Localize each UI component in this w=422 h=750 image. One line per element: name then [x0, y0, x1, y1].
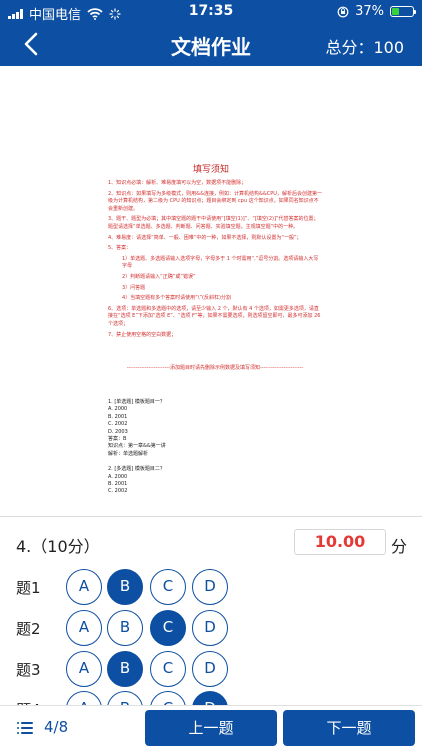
answer-rule-item: 3）问答题 — [122, 284, 146, 291]
option-c[interactable]: C — [150, 610, 186, 646]
battery-level-fill — [392, 8, 399, 15]
option-a[interactable]: A — [66, 691, 102, 705]
nav-bar: 文档作业 总分：100 — [0, 22, 422, 66]
prev-question-button[interactable]: 上一题 — [145, 710, 277, 746]
rule-item: 1、知识点必填：解析、难易度填可以为空，数据项不能删除； — [108, 180, 247, 186]
battery-icon — [390, 6, 416, 17]
document-preview[interactable]: 填写须知 1、知识点必填：解析、难易度填可以为空，数据项不能删除； 2、知识点：… — [0, 66, 422, 516]
option-b[interactable]: B — [107, 569, 143, 605]
answer-rule-item: 2）判断题请输入“正确”或“错误” — [122, 273, 196, 280]
answer-rule-item: 1）单选题、多选题请输入选项字母，字母多于 1 个时需用“,”逗号分割。选项请输… — [122, 255, 319, 270]
document-title: 填写须知 — [192, 165, 229, 175]
option-d[interactable]: D — [192, 569, 228, 605]
score-input[interactable]: 10.00 — [294, 529, 386, 555]
rule-item: 6、选项：单选题和多选题中的选项，请至少输入 2 个，默认有 4 个选项，如需更… — [108, 305, 321, 327]
next-question-button[interactable]: 下一题 — [283, 710, 415, 746]
answer-panel: 4.（10分） 10.00 分 题1 A B C D 题2 A B C D 题3… — [0, 517, 422, 705]
document-divider: ------------------------添加题目时请先删除示例数据及填写… — [126, 365, 304, 371]
option-b[interactable]: B — [107, 610, 143, 646]
question-option: C. 2002 — [108, 421, 128, 428]
question-option: C. 2002 — [108, 488, 128, 495]
answer-rule-item: 4）当填空题有多个答案时请使用“\”(反斜杠)分割 — [122, 295, 231, 302]
list-icon[interactable] — [17, 722, 33, 734]
answer-row: 题1 A B C D — [0, 569, 422, 605]
battery-percent: 37% — [355, 4, 384, 19]
rule-item: 7、禁止使用空格的空白数据； — [108, 331, 177, 338]
option-b[interactable]: B — [107, 691, 143, 705]
rule-item: 3、题干、题型为必填；其中填空题的题干中请使用“[填空(1)]”、“[填空(2)… — [108, 216, 319, 230]
option-c[interactable]: C — [150, 569, 186, 605]
answer-row: 题2 A B C D — [0, 610, 422, 646]
bottom-bar: 4/8 上一题 下一题 — [0, 705, 422, 750]
question-knowledge: 知识点：第一章&&第一讲 — [108, 443, 166, 450]
page-count[interactable]: 4/8 — [44, 718, 68, 736]
question-option: A. 2000 — [108, 473, 128, 480]
row-label: 题2 — [16, 620, 41, 638]
option-b[interactable]: B — [107, 651, 143, 687]
total-score: 总分：100 — [325, 38, 404, 57]
question-title: 1. [单选题] 模板题目一？ — [108, 399, 165, 405]
sample-questions: 1. [单选题] 模板题目一？ A. 2000 B. 2001 C. 2002 … — [108, 399, 322, 496]
row-label: 题3 — [16, 661, 41, 679]
question-title: 2. [多选题] 模板题目二？ — [108, 466, 165, 473]
top-bar: 中国电信 17:35 37% 文档作业 总分：100 — [0, 0, 422, 66]
answer-row: 题4 A B C D — [0, 691, 422, 705]
instructions: 1、知识点必填：解析、难易度填可以为空，数据项不能删除； 2、知识点：如果填写为… — [108, 180, 322, 342]
option-c[interactable]: C — [150, 691, 186, 705]
status-right: 37% — [337, 4, 416, 19]
status-bar: 中国电信 17:35 37% — [0, 0, 422, 23]
rule-item: 5、答案： — [108, 245, 132, 252]
score-unit: 分 — [391, 537, 408, 556]
answer-row: 题3 A B C D — [0, 651, 422, 687]
option-d[interactable]: D — [192, 691, 228, 705]
rotation-lock-icon — [337, 6, 349, 17]
option-a[interactable]: A — [66, 569, 102, 605]
question-option: B. 2001 — [108, 413, 128, 420]
rule-item: 2、知识点：如果填写为多级模式，则用&&连接，例如：计算机结构&&CPU，解析后… — [108, 190, 322, 212]
option-d[interactable]: D — [192, 651, 228, 687]
option-c[interactable]: C — [150, 651, 186, 687]
option-a[interactable]: A — [66, 651, 102, 687]
option-d[interactable]: D — [192, 610, 228, 646]
question-option: D. 2003 — [108, 428, 128, 435]
option-a[interactable]: A — [66, 610, 102, 646]
question-analysis: 解析：单选题解析 — [108, 450, 149, 457]
row-label: 题1 — [16, 579, 41, 597]
rule-item: 4、难易度：请选择“简单、一般、困难”中的一种，如果不选择，则默认设置为“一般”… — [108, 234, 302, 241]
question-header: 4.（10分） — [16, 537, 100, 556]
question-option: A. 2000 — [108, 406, 128, 413]
question-option: B. 2001 — [108, 481, 128, 488]
